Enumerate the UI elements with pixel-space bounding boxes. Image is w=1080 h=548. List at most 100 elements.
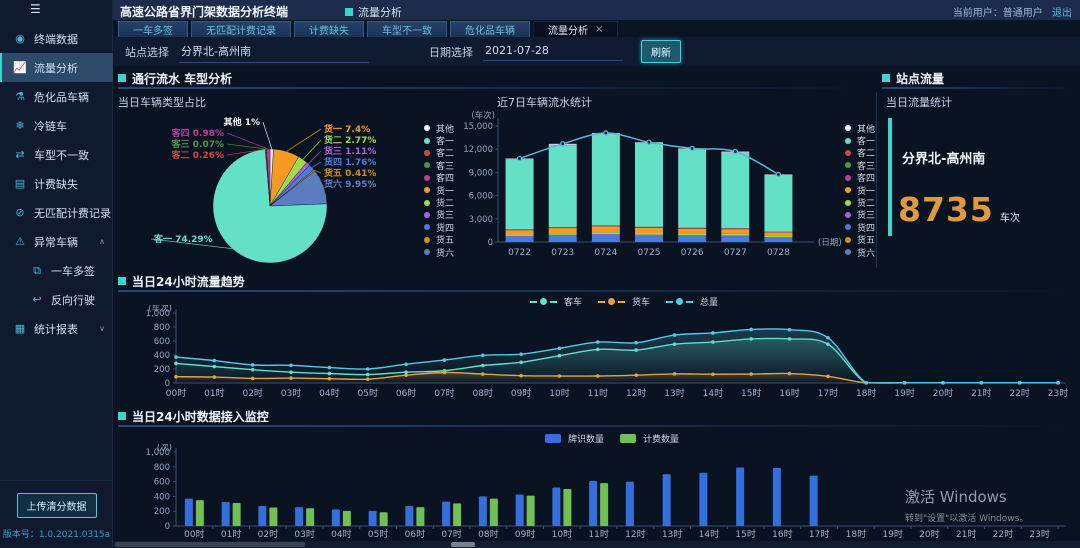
legend-dot-icon [424,150,430,156]
sidebar-item-6[interactable]: ⊘无匹配计费记录 [0,198,113,227]
station-name: 分界北-高州南 [902,148,985,167]
legend-dot-icon [424,224,430,230]
svg-text:客一 74.29%: 客一 74.29% [153,233,213,245]
sidebar-item-label: 统计报表 [34,321,78,337]
svg-text:0722: 0722 [508,248,531,258]
sidebar-item-label: 一车多签 [51,263,95,279]
legend-swatch-icon [545,434,561,443]
svg-text:货四 1.76%: 货四 1.76% [324,156,376,168]
sidebar-item-label: 计费缺失 [34,176,78,192]
tab-close-icon[interactable]: × [595,24,603,35]
svg-text:16时: 16时 [779,387,799,399]
legend-label: 客二 [857,146,875,159]
legend-dot-icon [845,125,851,131]
traffic-analysis-icon: 📈 [13,61,27,74]
svg-text:19时: 19时 [882,528,902,540]
legend-swatch-icon [620,434,636,443]
weekly-flow-chart: (车次)03,0006,0009,00012,00015,000(日期)0722… [448,110,848,270]
tab-4[interactable]: 危化品车辆 [450,21,530,37]
scrollbar-thumb[interactable] [115,542,305,547]
svg-text:12时: 12时 [625,528,645,540]
legend-label: 其他 [857,122,875,135]
svg-text:02时: 02时 [242,387,262,399]
sidebar-menu: ◉终端数据📈流量分析⚗危化品车辆❄冷链车⇄车型不一致 ▤ 计费缺失 ⊘无匹配计费记录⚠… [0,24,113,343]
vehicle-type-pie-chart: 货一 7.4%货二 2.77%货三 1.11%货四 1.76%货五 0.41%货… [118,114,430,268]
svg-text:货五 0.41%: 货五 0.41% [324,167,376,179]
sidebar-item-9[interactable]: ↩反向行驶 [0,285,113,314]
sidebar-footer: 上传清分数据 版本号：1.0.2021.0315a [0,480,113,548]
logout-link[interactable]: 退出 [1052,8,1072,19]
billing-missing-icon: ▤ [13,177,27,190]
svg-text:00时: 00时 [184,528,204,540]
svg-text:12,000: 12,000 [463,145,493,155]
legend-label: 客三 [857,159,875,172]
tab-1[interactable]: 无匹配计费记录 [191,21,291,37]
sidebar-item-1[interactable]: 📈流量分析 [0,53,113,82]
tab-2[interactable]: 计费缺失 [294,21,364,37]
svg-text:20时: 20时 [919,528,939,540]
svg-text:08时: 08时 [473,387,493,399]
section-divider [118,87,868,89]
tab-label: 一车多签 [133,22,173,37]
svg-text:16时: 16时 [772,528,792,540]
sidebar-item-8[interactable]: ⧉一车多签 [0,256,113,285]
tab-3[interactable]: 车型不一致 [367,21,447,37]
svg-text:05时: 05时 [358,387,378,399]
legend-dot-icon [424,187,430,193]
menu-icon[interactable]: ☰ [30,2,41,16]
svg-text:货二 2.77%: 货二 2.77% [324,134,376,146]
station-subtitle: 当日流量统计 [886,94,952,110]
user-area: 当前用户：普通用户 退出 [953,4,1072,19]
module-chip: 流量分析 [345,4,402,20]
station-select-input[interactable]: 分界北-高州南 [179,41,369,63]
date-picker-input[interactable]: 2021-07-28 [483,42,623,61]
sidebar-item-0[interactable]: ◉终端数据 [0,24,113,53]
legend-dot-icon [845,187,851,193]
sidebar-item-2[interactable]: ⚗危化品车辆 [0,82,113,111]
station-count-value: 8735 [898,190,994,229]
upload-clearing-data-button[interactable]: 上传清分数据 [17,493,97,518]
legend-dot-icon [845,162,851,168]
current-user-label: 当前用户：普通用户 [953,8,1043,19]
legend-label: 货四 [857,221,875,234]
tab-0[interactable]: 一车多签 [118,21,188,37]
legend-item[interactable]: 货六 [845,246,895,258]
section-trend-header: 当日24小时流量趋势 [118,273,245,289]
svg-text:600: 600 [154,337,170,347]
sidebar-item-4[interactable]: ⇄车型不一致 [0,140,113,169]
svg-text:0: 0 [488,238,493,248]
svg-text:200: 200 [154,365,170,375]
svg-text:9,000: 9,000 [469,168,493,178]
section-square-icon [882,74,890,82]
svg-text:07时: 07时 [441,528,461,540]
tab-5[interactable]: 流量分析× [533,21,618,37]
svg-text:21时: 21时 [971,387,991,399]
reverse-driving-icon: ↩ [30,293,44,306]
svg-text:600: 600 [154,478,170,488]
refresh-button[interactable]: 刷新 [641,40,681,63]
sidebar-item-5[interactable]: ▤ 计费缺失 [0,169,113,198]
sidebar-item-10[interactable]: ▦统计报表∨ [0,314,113,343]
legend-dot-icon [845,175,851,181]
section-ingest-title: 当日24小时数据接入监控 [132,408,269,425]
legend-dot-icon [424,237,430,243]
horizontal-scrollbar[interactable] [113,541,1080,548]
tab-label: 危化品车辆 [465,22,515,37]
section-square-icon [118,412,126,420]
station-count: 8735车次 [898,190,1020,229]
sidebar-item-3[interactable]: ❄冷链车 [0,111,113,140]
station-accent-bar [888,118,892,236]
svg-text:0723: 0723 [551,248,574,258]
legend-line-icon [608,298,615,305]
svg-text:200: 200 [154,507,170,517]
scrollbar-thumb-secondary[interactable] [451,542,475,547]
section-square-icon [118,74,126,82]
svg-text:货一 7.4%: 货一 7.4% [324,123,370,135]
svg-text:15时: 15时 [735,528,755,540]
sidebar-item-7[interactable]: ⚠异常车辆∧ [0,227,113,256]
section-flow-analysis-header: 通行流水 车型分析 [118,70,232,86]
app-title: 高速公路省界门架数据分析终端 [120,3,288,20]
cold-chain-icon: ❄ [13,119,27,132]
chevron-icon: ∧ [99,237,105,246]
svg-text:货三 1.11%: 货三 1.11% [324,145,376,157]
